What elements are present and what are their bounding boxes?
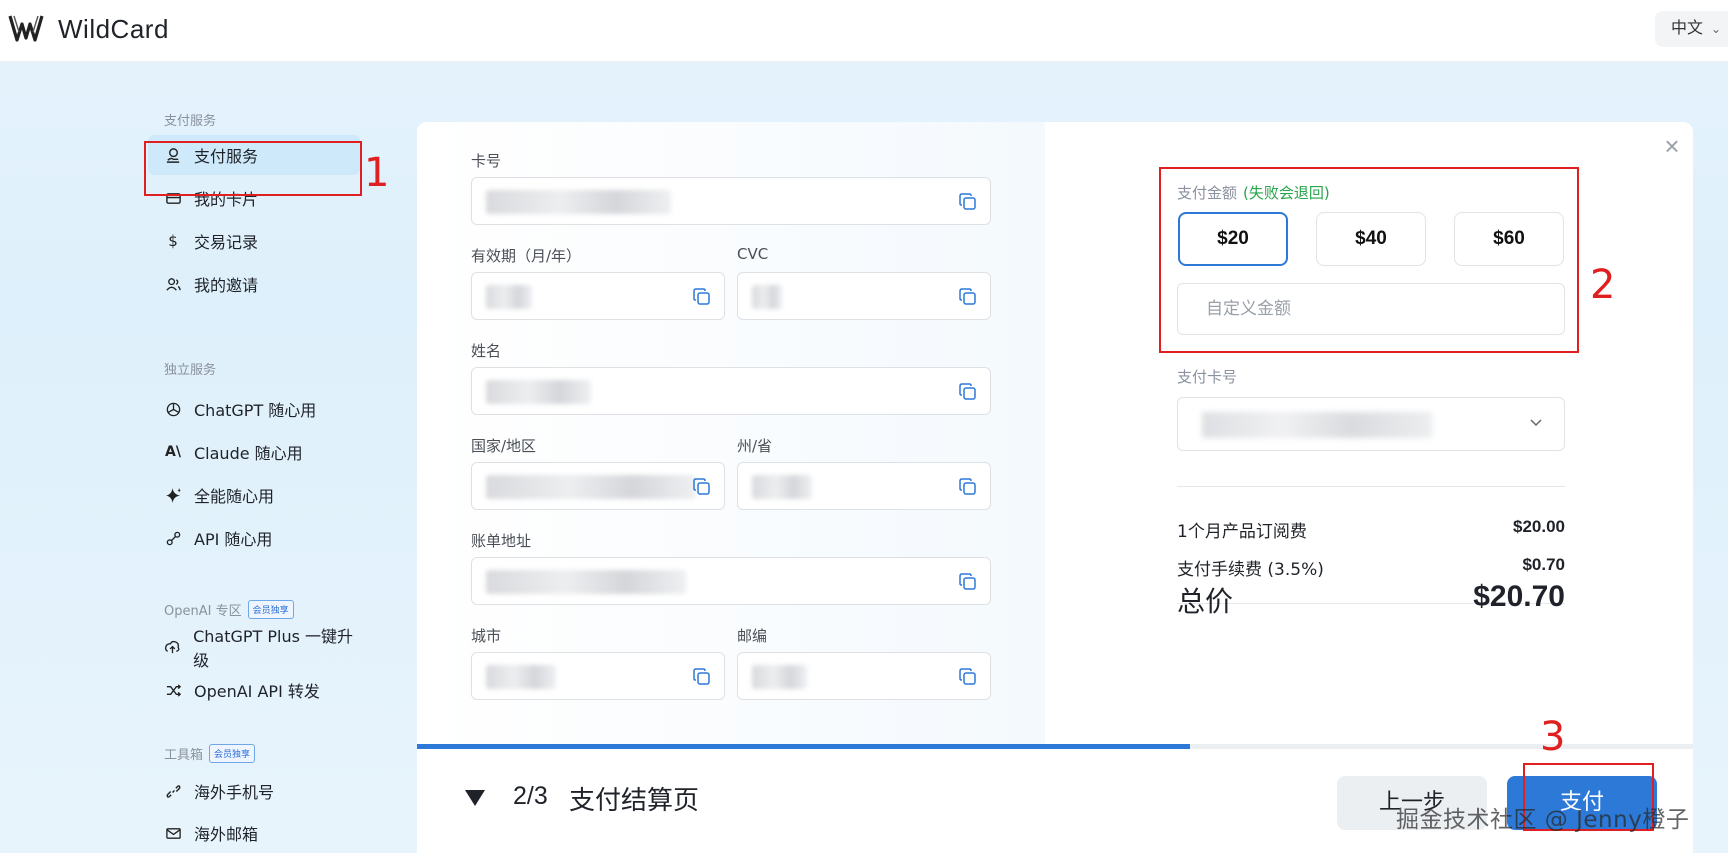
name-label: 姓名: [471, 342, 502, 360]
handling-fee-value: $0.70: [1522, 555, 1565, 574]
language-selector[interactable]: 中文 ⌄: [1655, 11, 1728, 47]
subscription-fee-value: $20.00: [1513, 517, 1565, 536]
copy-icon[interactable]: [958, 287, 978, 307]
link-icon: [164, 782, 182, 800]
sidebar-item-label: ChatGPT Plus 一键升级: [193, 627, 354, 670]
sidebar-item-label: API 随心用: [194, 530, 273, 549]
country-field[interactable]: [471, 462, 725, 510]
annotation-number-1: 1: [364, 150, 390, 196]
divider: [1177, 486, 1565, 487]
annotation-box-2: [1159, 167, 1579, 353]
expiry-field[interactable]: [471, 272, 725, 320]
shuffle-icon: [164, 681, 182, 699]
section-title-openai: OpenAI 专区 会员独享: [164, 600, 294, 619]
payment-card-label: 支付卡号: [1177, 368, 1238, 386]
step-progress-bar: [417, 744, 1693, 749]
collapse-triangle-icon[interactable]: [465, 790, 485, 806]
sidebar-item-label: OpenAI API 转发: [194, 682, 320, 701]
mail-icon: [164, 824, 182, 842]
upgrade-icon: [164, 638, 181, 656]
payment-card-select[interactable]: [1177, 397, 1565, 451]
sidebar-item-invites[interactable]: 我的邀请: [148, 264, 360, 304]
copy-icon[interactable]: [692, 477, 712, 497]
anthropic-icon: A\: [165, 444, 181, 460]
sidebar-item-label: 交易记录: [194, 233, 259, 252]
zip-field[interactable]: [737, 652, 991, 700]
progress-fill: [417, 744, 1191, 749]
cvc-label: CVC: [737, 245, 769, 263]
chevron-down-icon: [1530, 419, 1542, 427]
annotation-number-3: 3: [1540, 714, 1566, 760]
card-number-field[interactable]: [471, 177, 991, 225]
total-label: 总价: [1177, 585, 1234, 618]
section-title-toolbox: 工具箱 会员独享: [164, 744, 256, 763]
sidebar-item-chatgpt[interactable]: ChatGPT 随心用: [148, 389, 360, 429]
annotation-number-2: 2: [1590, 262, 1616, 308]
copy-icon[interactable]: [958, 192, 978, 212]
subscription-fee-label: 1个月产品订阅费: [1177, 522, 1307, 542]
sidebar-item-label: 我的邀请: [194, 276, 259, 295]
sidebar-item-all-in-one[interactable]: 全能随心用: [148, 475, 360, 515]
copy-icon[interactable]: [692, 287, 712, 307]
api-icon: [164, 529, 182, 547]
city-label: 城市: [471, 627, 502, 645]
address-label: 账单地址: [471, 532, 532, 550]
state-field[interactable]: [737, 462, 991, 510]
member-badge: 会员独享: [247, 600, 294, 619]
cvc-field[interactable]: [737, 272, 991, 320]
name-field[interactable]: [471, 367, 991, 415]
sidebar-item-label: 全能随心用: [194, 487, 275, 506]
sparkle-icon: [164, 486, 182, 504]
dollar-icon: $: [168, 232, 178, 250]
sidebar-item-label: ChatGPT 随心用: [194, 401, 317, 420]
step-count: 2/3: [513, 782, 548, 810]
sidebar-item-email[interactable]: 海外邮箱: [148, 813, 360, 853]
copy-icon[interactable]: [958, 477, 978, 497]
sidebar-item-api[interactable]: API 随心用: [148, 518, 360, 558]
top-bar: WildCard 中文 ⌄: [0, 0, 1728, 62]
copy-icon[interactable]: [958, 572, 978, 592]
copy-icon[interactable]: [958, 382, 978, 402]
step-title: 支付结算页: [569, 786, 700, 816]
sidebar-item-label: 海外邮箱: [194, 825, 259, 844]
member-badge: 会员独享: [209, 744, 256, 763]
annotation-box-1: [144, 141, 362, 196]
sidebar-item-phone[interactable]: 海外手机号: [148, 771, 360, 811]
city-field[interactable]: [471, 652, 725, 700]
section-title-standalone: 独立服务: [164, 363, 217, 378]
card-number-label: 卡号: [471, 152, 502, 170]
wildcard-logo[interactable]: [8, 12, 44, 44]
brand-name: WildCard: [58, 14, 169, 44]
chevron-down-icon: ⌄: [1711, 22, 1722, 36]
close-icon[interactable]: ×: [1658, 132, 1686, 160]
handling-fee-label: 支付手续费 (3.5%): [1177, 560, 1324, 580]
state-label: 州/省: [737, 437, 773, 455]
openai-icon: [164, 400, 182, 418]
sidebar-item-api-forward[interactable]: OpenAI API 转发: [148, 670, 360, 710]
sidebar-item-transactions[interactable]: $ 交易记录: [148, 221, 360, 261]
section-title-payment: 支付服务: [164, 114, 217, 129]
watermark: 掘金技术社区 @ Jenny橙子: [1396, 807, 1690, 833]
country-label: 国家/地区: [471, 437, 537, 455]
zip-label: 邮编: [737, 627, 768, 645]
copy-icon[interactable]: [958, 667, 978, 687]
expiry-label: 有效期（月/年）: [471, 247, 582, 265]
sidebar-item-label: 海外手机号: [194, 783, 275, 802]
sidebar-item-plus-upgrade[interactable]: ChatGPT Plus 一键升级: [148, 627, 360, 670]
sidebar-item-label: Claude 随心用: [194, 444, 303, 463]
users-icon: [164, 275, 182, 293]
copy-icon[interactable]: [692, 667, 712, 687]
total-value: $20.70: [1473, 580, 1565, 613]
language-label: 中文: [1671, 20, 1704, 37]
address-field[interactable]: [471, 557, 991, 605]
sidebar-item-claude[interactable]: A\ Claude 随心用: [148, 432, 360, 472]
